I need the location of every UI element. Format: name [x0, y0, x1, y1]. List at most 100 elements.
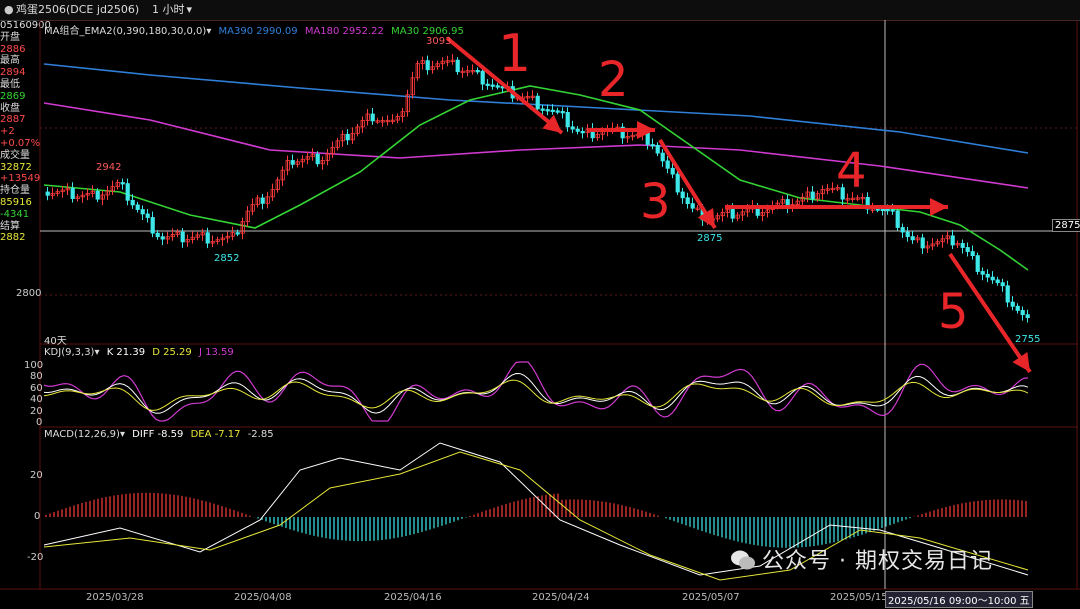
candle-body: [645, 132, 650, 145]
candle-body: [730, 208, 735, 219]
candle-body: [990, 276, 995, 281]
candle-body: [125, 183, 130, 201]
candle-body: [475, 70, 480, 73]
ma180-line: [43, 102, 1029, 189]
symbol-name[interactable]: 鸡蛋2506(DCE jd2506): [16, 0, 139, 20]
ma-group-label[interactable]: MA组合_EMA2(0,390,180,30,0,0): [44, 26, 206, 37]
candle-body: [490, 84, 495, 87]
macd-name[interactable]: MACD(12,26,9): [44, 429, 120, 440]
candle-body: [570, 126, 575, 130]
candle-body: [480, 70, 485, 85]
candle-body: [655, 144, 660, 154]
candle-body: [985, 273, 990, 278]
kdj-tick: 100: [24, 360, 44, 371]
candle-body: [895, 210, 900, 228]
date-axis-label: 2025/04/24: [532, 592, 590, 603]
kdj-legend: KDJ(9,3,3)▾ K 21.39 D 25.29 J 13.59: [44, 347, 234, 358]
candle-body: [810, 191, 815, 200]
candle-body: [135, 204, 140, 210]
candle-body: [1015, 305, 1020, 311]
candle-body: [180, 231, 185, 243]
date-axis-label: 2025/05/07: [682, 592, 740, 603]
candle-body: [660, 152, 665, 162]
kdj-tick: 40: [30, 394, 43, 405]
kdj-tick: 0: [36, 417, 43, 428]
label-left-high: 2942: [96, 162, 122, 173]
candle-body: [970, 251, 975, 257]
candle-body: [130, 199, 135, 206]
candle-body: [560, 111, 565, 114]
candle-body: [150, 217, 155, 234]
macd-tick-0: 0: [34, 511, 41, 522]
candle-body: [345, 133, 350, 141]
period-label: 1 小时: [152, 3, 185, 16]
crosshair-price-tag: 2875: [1052, 219, 1080, 232]
kdj-d-value: D 25.29: [152, 347, 192, 358]
candle-body: [685, 197, 690, 205]
annotation-4: 4: [836, 143, 867, 199]
candle-body: [975, 255, 980, 272]
candle-body: [545, 109, 550, 112]
candle-body: [260, 197, 265, 204]
candle-body: [290, 160, 295, 165]
candle-body: [205, 232, 210, 244]
annotation-5: 5: [938, 284, 969, 340]
candle-body: [880, 208, 885, 212]
macd-legend: MACD(12,26,9)▾ DIFF -8.59 DEA -7.17 -2.8…: [44, 429, 274, 440]
candle-body: [950, 235, 955, 246]
candle-body: [425, 60, 430, 71]
title-bullet-icon: ●: [4, 3, 14, 16]
date-axis-label: 2025/04/08: [234, 592, 292, 603]
kdj-name[interactable]: KDJ(9,3,3): [44, 347, 94, 358]
period-selector[interactable]: 1 小时 ▾: [152, 0, 192, 20]
kdj-j-line: [43, 361, 1029, 422]
ma-legend: MA组合_EMA2(0,390,180,30,0,0)▾ MA390 2990.…: [44, 22, 464, 37]
label-last: 2755: [1015, 334, 1041, 345]
candle-body: [485, 83, 490, 86]
candle-body: [905, 231, 910, 238]
candle-body: [370, 113, 375, 122]
candle-body: [1005, 285, 1010, 303]
candle-body: [140, 209, 145, 215]
candle-body: [995, 279, 1000, 284]
macd-hist-value: -2.85: [247, 429, 274, 440]
candle-body: [1020, 310, 1025, 316]
candle-body: [900, 227, 905, 233]
candle-body: [965, 247, 970, 252]
period-count-label: 40天: [44, 336, 67, 347]
date-axis-label: 2025/05/15: [830, 592, 888, 603]
candle-body: [565, 112, 570, 128]
kdj-tick: 20: [30, 406, 43, 417]
candle-body: [95, 190, 100, 200]
candle-body: [555, 110, 560, 113]
watermark-text: 公众号 · 期权交易日记: [762, 549, 993, 574]
candle-body: [235, 232, 240, 235]
chevron-down-icon[interactable]: ▾: [120, 429, 125, 440]
crosshair-date-tag: 2025/05/16 09:00～10:00 五: [885, 591, 1033, 608]
candle-body: [550, 109, 555, 113]
candle-body: [885, 208, 890, 212]
candle-body: [910, 236, 915, 241]
candle-body: [45, 191, 50, 196]
candle-body: [145, 213, 150, 218]
macd-dea-value: DEA -7.17: [190, 429, 241, 440]
candle-body: [155, 232, 160, 238]
label-high: 3093: [426, 36, 452, 47]
candle-body: [920, 237, 925, 249]
candle-body: [670, 167, 675, 175]
axis-label-2800: 2800: [16, 288, 42, 299]
chevron-down-icon[interactable]: ▾: [206, 26, 211, 37]
annotation-3: 3: [640, 174, 671, 230]
candle-body: [1025, 314, 1030, 318]
chevron-down-icon[interactable]: ▾: [94, 347, 99, 358]
candle-body: [455, 59, 460, 73]
arrow-4-head: [930, 198, 948, 216]
date-axis-label: 2025/04/16: [384, 592, 442, 603]
macd-diff-value: DIFF -8.59: [132, 429, 184, 440]
annotation-1: 1: [498, 24, 532, 84]
candle-body: [680, 191, 685, 199]
kdj-tick: 60: [30, 383, 43, 394]
chart-canvas[interactable]: [0, 20, 1080, 609]
label-low1: 2852: [214, 253, 240, 264]
chart-title-bar: ● 鸡蛋2506(DCE jd2506) 1 小时 ▾: [0, 0, 1080, 21]
